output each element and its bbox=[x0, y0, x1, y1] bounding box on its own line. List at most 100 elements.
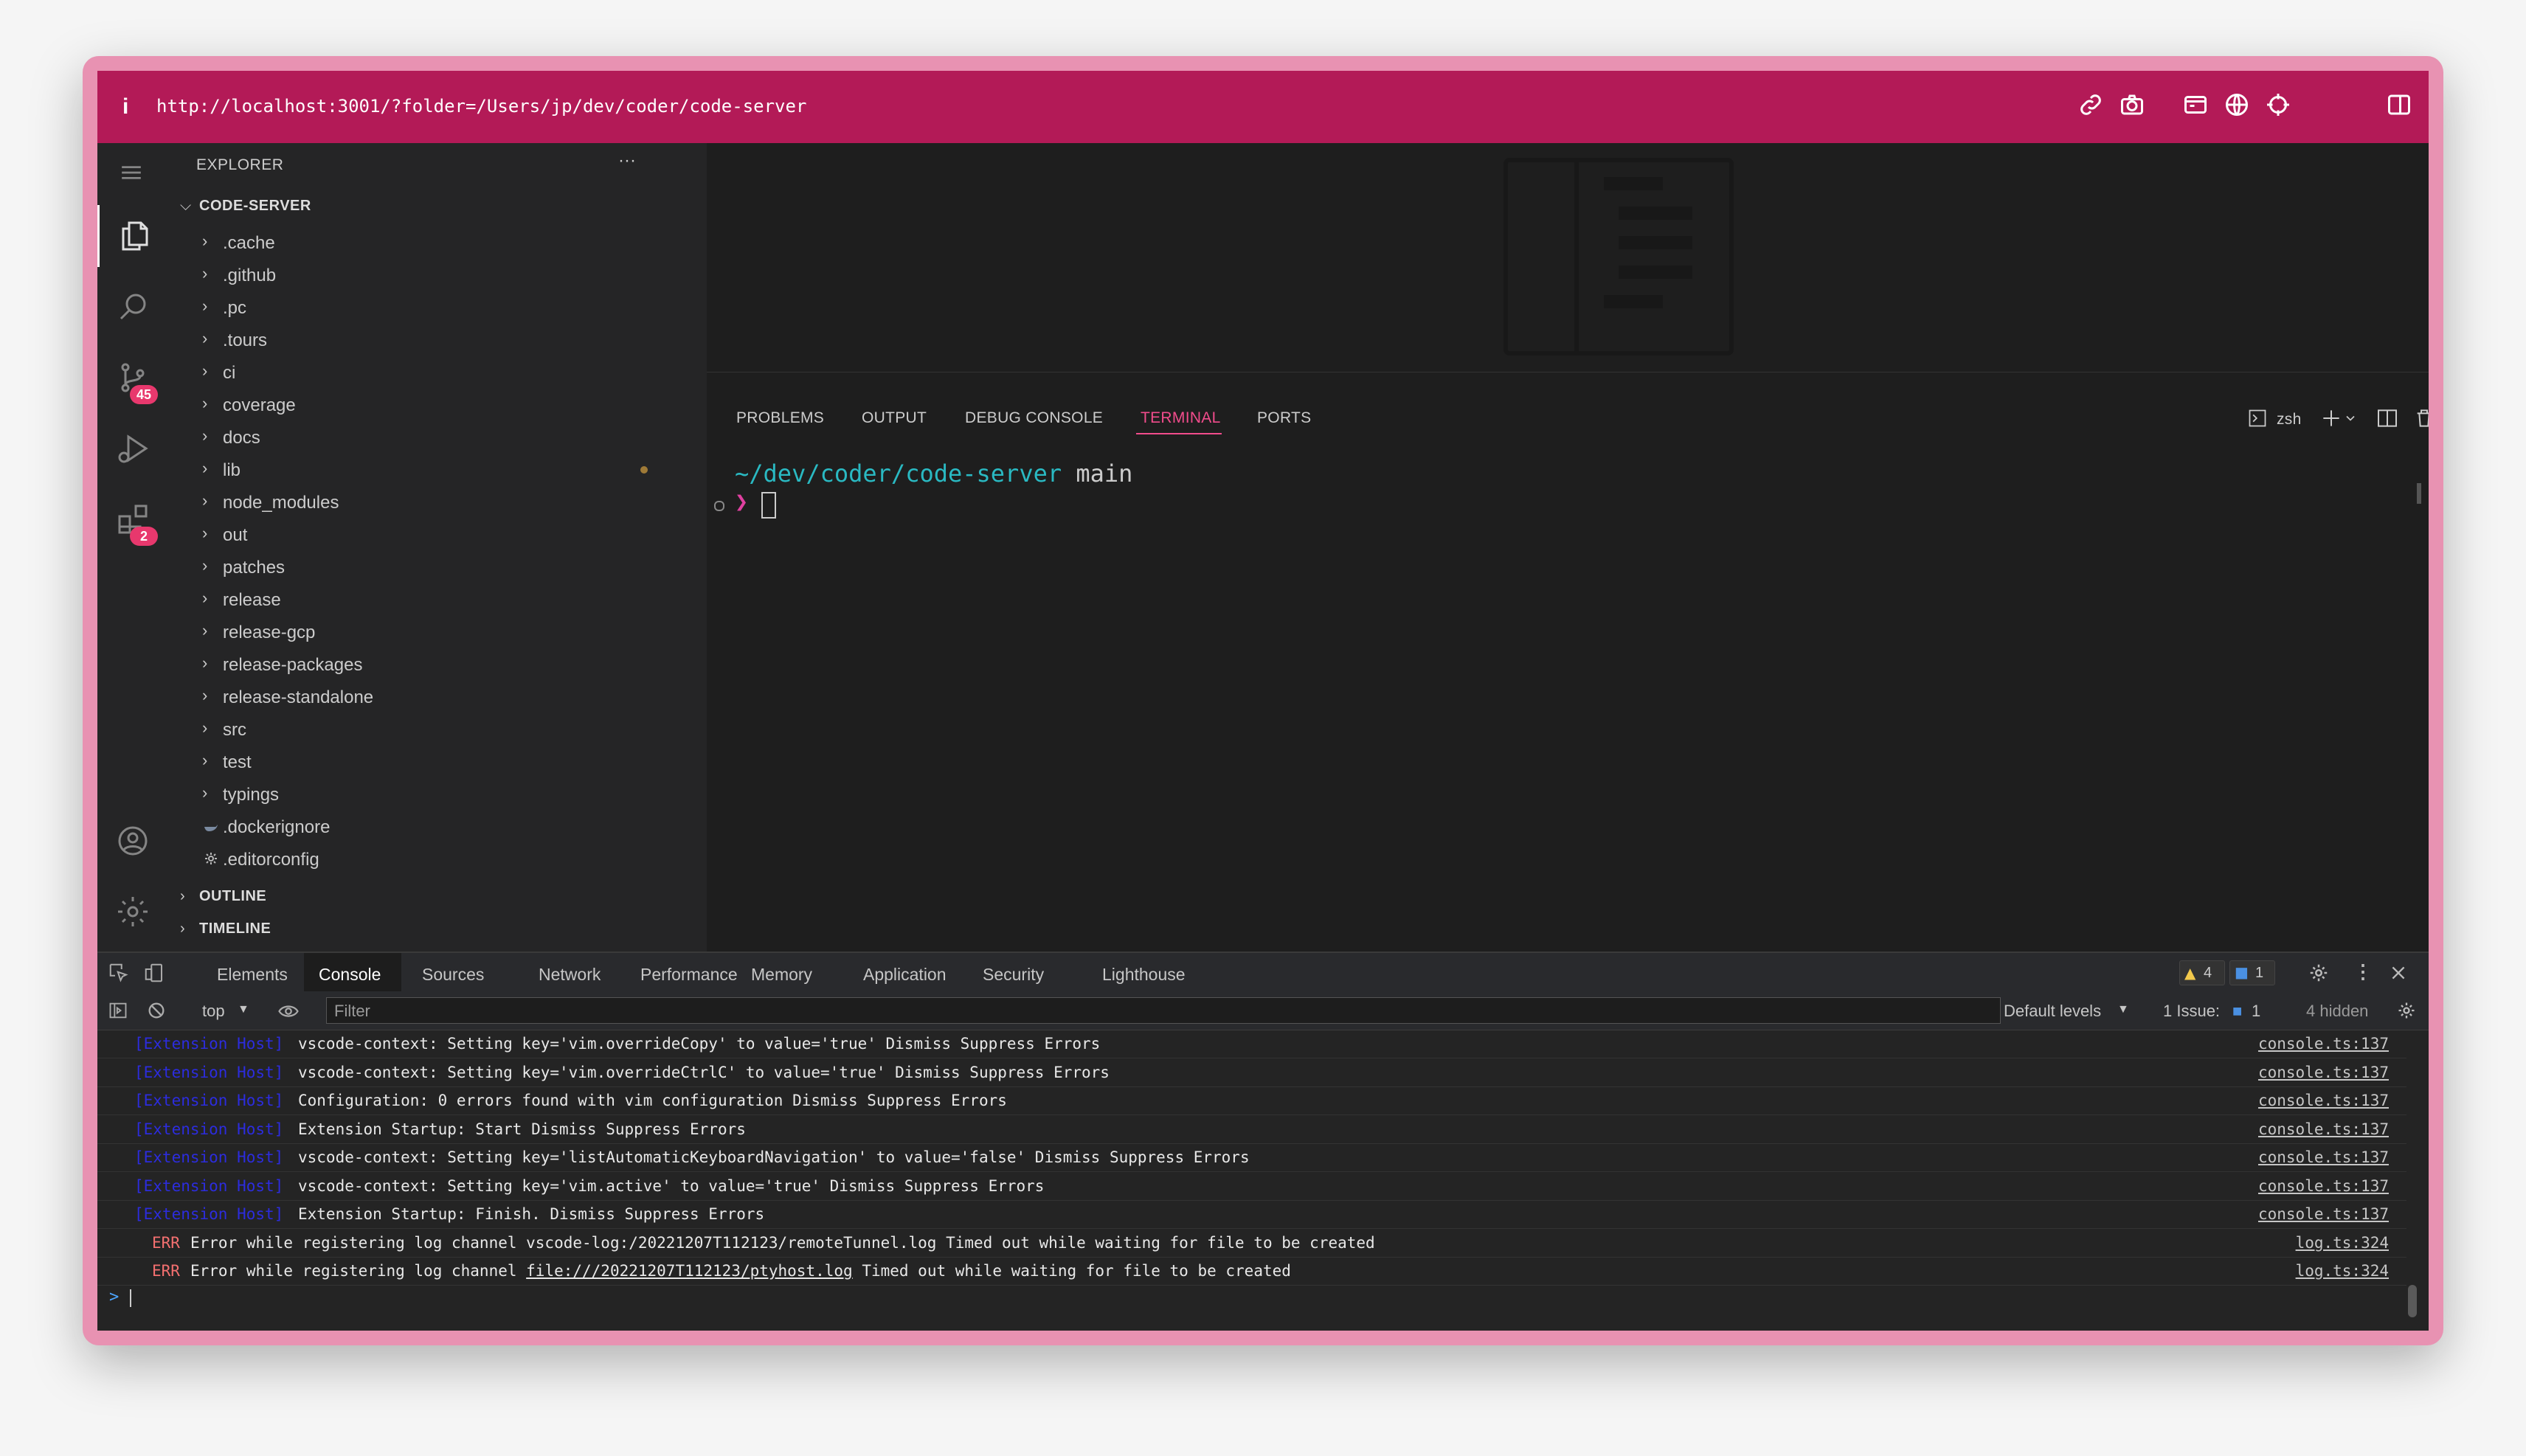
camera-icon[interactable] bbox=[2119, 91, 2145, 118]
console-scrollbar[interactable] bbox=[2408, 1285, 2417, 1317]
log-source-link[interactable]: console.ts:137 bbox=[2258, 1092, 2389, 1109]
root-folder-header[interactable]: ⌵ CODE-SERVER bbox=[180, 198, 311, 215]
chevron-down-icon[interactable] bbox=[2343, 411, 2358, 426]
console-filter-input[interactable]: Filter bbox=[326, 997, 2001, 1024]
devtools-tab-elements[interactable]: Elements bbox=[217, 965, 288, 985]
console-log: > [Extension Host] vscode-context: Settin… bbox=[97, 1030, 2429, 1331]
chevron-right-icon: › bbox=[202, 654, 208, 672]
log-source-link[interactable]: console.ts:137 bbox=[2258, 1035, 2389, 1053]
folder-name: coverage bbox=[223, 395, 296, 415]
tree-folder-dot-tours[interactable]: › .tours bbox=[168, 323, 705, 356]
settings-button[interactable] bbox=[97, 881, 168, 943]
messages-counter[interactable]: ■ 1 bbox=[2229, 960, 2275, 985]
tab-debug-console[interactable]: DEBUG CONSOLE bbox=[965, 409, 1103, 427]
tree-folder-release-gcp[interactable]: › release-gcp bbox=[168, 615, 705, 648]
vscode-watermark-icon bbox=[1504, 158, 1734, 356]
error-file-link[interactable]: file:///20221207T112123/ptyhost.log bbox=[526, 1262, 853, 1280]
log-source-link[interactable]: console.ts:137 bbox=[2258, 1205, 2389, 1223]
devtools-tab-network[interactable]: Network bbox=[539, 965, 601, 985]
search-button[interactable] bbox=[97, 276, 168, 338]
tab-output[interactable]: OUTPUT bbox=[862, 409, 927, 427]
tree-folder-dot-github[interactable]: › .github bbox=[168, 258, 705, 291]
tree-folder-test[interactable]: › test bbox=[168, 745, 705, 777]
shell-name[interactable]: zsh bbox=[2277, 411, 2302, 429]
log-source-link[interactable]: console.ts:137 bbox=[2258, 1177, 2389, 1195]
log-source-link[interactable]: log.ts:324 bbox=[2296, 1262, 2389, 1280]
timeline-header[interactable]: › TIMELINE bbox=[180, 921, 271, 937]
inspect-element-icon[interactable] bbox=[108, 962, 130, 984]
log-levels-dropdown[interactable]: Default levels bbox=[2004, 1002, 2101, 1021]
tree-folder-node_modules[interactable]: › node_modules bbox=[168, 485, 705, 518]
close-devtools-icon[interactable] bbox=[2389, 963, 2408, 982]
crosshair-icon[interactable] bbox=[2265, 91, 2291, 118]
devtools-tab-memory[interactable]: Memory bbox=[751, 965, 812, 985]
log-source-link[interactable]: console.ts:137 bbox=[2258, 1120, 2389, 1138]
devtools-tab-security[interactable]: Security bbox=[983, 965, 1044, 985]
more-options-icon[interactable]: ⋮ bbox=[2353, 960, 2373, 983]
terminal-scrollbar[interactable] bbox=[2417, 483, 2421, 504]
tree-folder-typings[interactable]: › typings bbox=[168, 777, 705, 810]
trash-icon[interactable] bbox=[2412, 406, 2429, 430]
tree-folder-dot-cache[interactable]: › .cache bbox=[168, 226, 705, 258]
console-input[interactable] bbox=[130, 1289, 131, 1307]
tree-folder-dot-pc[interactable]: › .pc bbox=[168, 291, 705, 323]
log-source-tag: [Extension Host] bbox=[134, 1064, 284, 1081]
log-source-link[interactable]: console.ts:137 bbox=[2258, 1148, 2389, 1166]
explorer-more-button[interactable]: ··· bbox=[618, 150, 636, 171]
devtools-tab-performance[interactable]: Performance bbox=[640, 965, 738, 985]
devtools-tab-sources[interactable]: Sources bbox=[422, 965, 484, 985]
console-settings-icon[interactable] bbox=[2396, 1000, 2417, 1021]
issues-count[interactable]: 1 bbox=[2252, 1002, 2260, 1021]
tree-folder-src[interactable]: › src bbox=[168, 713, 705, 745]
context-selector[interactable]: top bbox=[202, 1002, 225, 1021]
devtools-tab-console[interactable]: Console bbox=[319, 965, 381, 985]
tree-folder-out[interactable]: › out bbox=[168, 518, 705, 550]
terminal-cursor[interactable] bbox=[761, 492, 776, 519]
log-source-link[interactable]: console.ts:137 bbox=[2258, 1064, 2389, 1081]
clear-console-icon[interactable] bbox=[146, 1000, 167, 1021]
tree-folder-patches[interactable]: › patches bbox=[168, 550, 705, 583]
issues-label[interactable]: 1 Issue: bbox=[2163, 1002, 2220, 1021]
add-terminal-icon[interactable] bbox=[2319, 406, 2343, 430]
devtools-tab-application[interactable]: Application bbox=[863, 965, 947, 985]
device-toolbar-icon[interactable] bbox=[143, 962, 165, 984]
sidebar-icon[interactable] bbox=[2386, 91, 2412, 118]
live-expression-eye-icon[interactable] bbox=[277, 1000, 300, 1022]
levels-dropdown-icon[interactable]: ▼ bbox=[2117, 1003, 2129, 1016]
window-icon[interactable] bbox=[2182, 91, 2209, 118]
chevron-right-icon: › bbox=[202, 264, 208, 282]
tree-folder-release[interactable]: › release bbox=[168, 583, 705, 615]
info-icon[interactable]: i bbox=[122, 94, 128, 119]
url-text[interactable]: http://localhost:3001/?folder=/Users/jp/… bbox=[156, 96, 806, 117]
run-debug-button[interactable] bbox=[97, 417, 168, 479]
show-sidebar-icon[interactable] bbox=[108, 1000, 128, 1021]
explorer-button[interactable] bbox=[97, 205, 170, 267]
tree-file-dot-editorconfig[interactable]: .editorconfig bbox=[168, 842, 705, 875]
tab-ports[interactable]: PORTS bbox=[1257, 409, 1311, 427]
context-dropdown-icon[interactable]: ▼ bbox=[238, 1003, 249, 1016]
editor-area[interactable] bbox=[707, 143, 2429, 372]
account-button[interactable] bbox=[97, 810, 168, 872]
split-terminal-icon[interactable] bbox=[2376, 406, 2399, 430]
source-control-button[interactable]: 45 bbox=[97, 347, 168, 409]
link-icon[interactable] bbox=[2077, 91, 2104, 118]
folder-name: test bbox=[223, 752, 252, 772]
folder-name: release-gcp bbox=[223, 623, 316, 642]
settings-gear-icon[interactable] bbox=[2308, 962, 2330, 984]
tab-problems[interactable]: PROBLEMS bbox=[736, 409, 824, 427]
tree-folder-ci[interactable]: › ci bbox=[168, 356, 705, 388]
outline-header[interactable]: › OUTLINE bbox=[180, 888, 266, 905]
globe-icon[interactable] bbox=[2224, 91, 2250, 118]
devtools-tab-lighthouse[interactable]: Lighthouse bbox=[1102, 965, 1186, 985]
tab-terminal[interactable]: TERMINAL bbox=[1141, 409, 1221, 427]
tree-folder-lib[interactable]: › lib bbox=[168, 453, 705, 485]
extensions-button[interactable]: 2 bbox=[97, 488, 168, 550]
tree-folder-docs[interactable]: › docs bbox=[168, 420, 705, 453]
tree-file-dot-dockerignore[interactable]: .dockerignore bbox=[168, 810, 705, 842]
log-source-link[interactable]: log.ts:324 bbox=[2296, 1234, 2389, 1252]
tree-folder-release-standalone[interactable]: › release-standalone bbox=[168, 680, 705, 713]
tree-folder-coverage[interactable]: › coverage bbox=[168, 388, 705, 420]
tree-folder-release-packages[interactable]: › release-packages bbox=[168, 648, 705, 680]
menu-button[interactable] bbox=[97, 143, 168, 205]
warnings-counter[interactable]: ▲ 4 bbox=[2179, 960, 2225, 985]
